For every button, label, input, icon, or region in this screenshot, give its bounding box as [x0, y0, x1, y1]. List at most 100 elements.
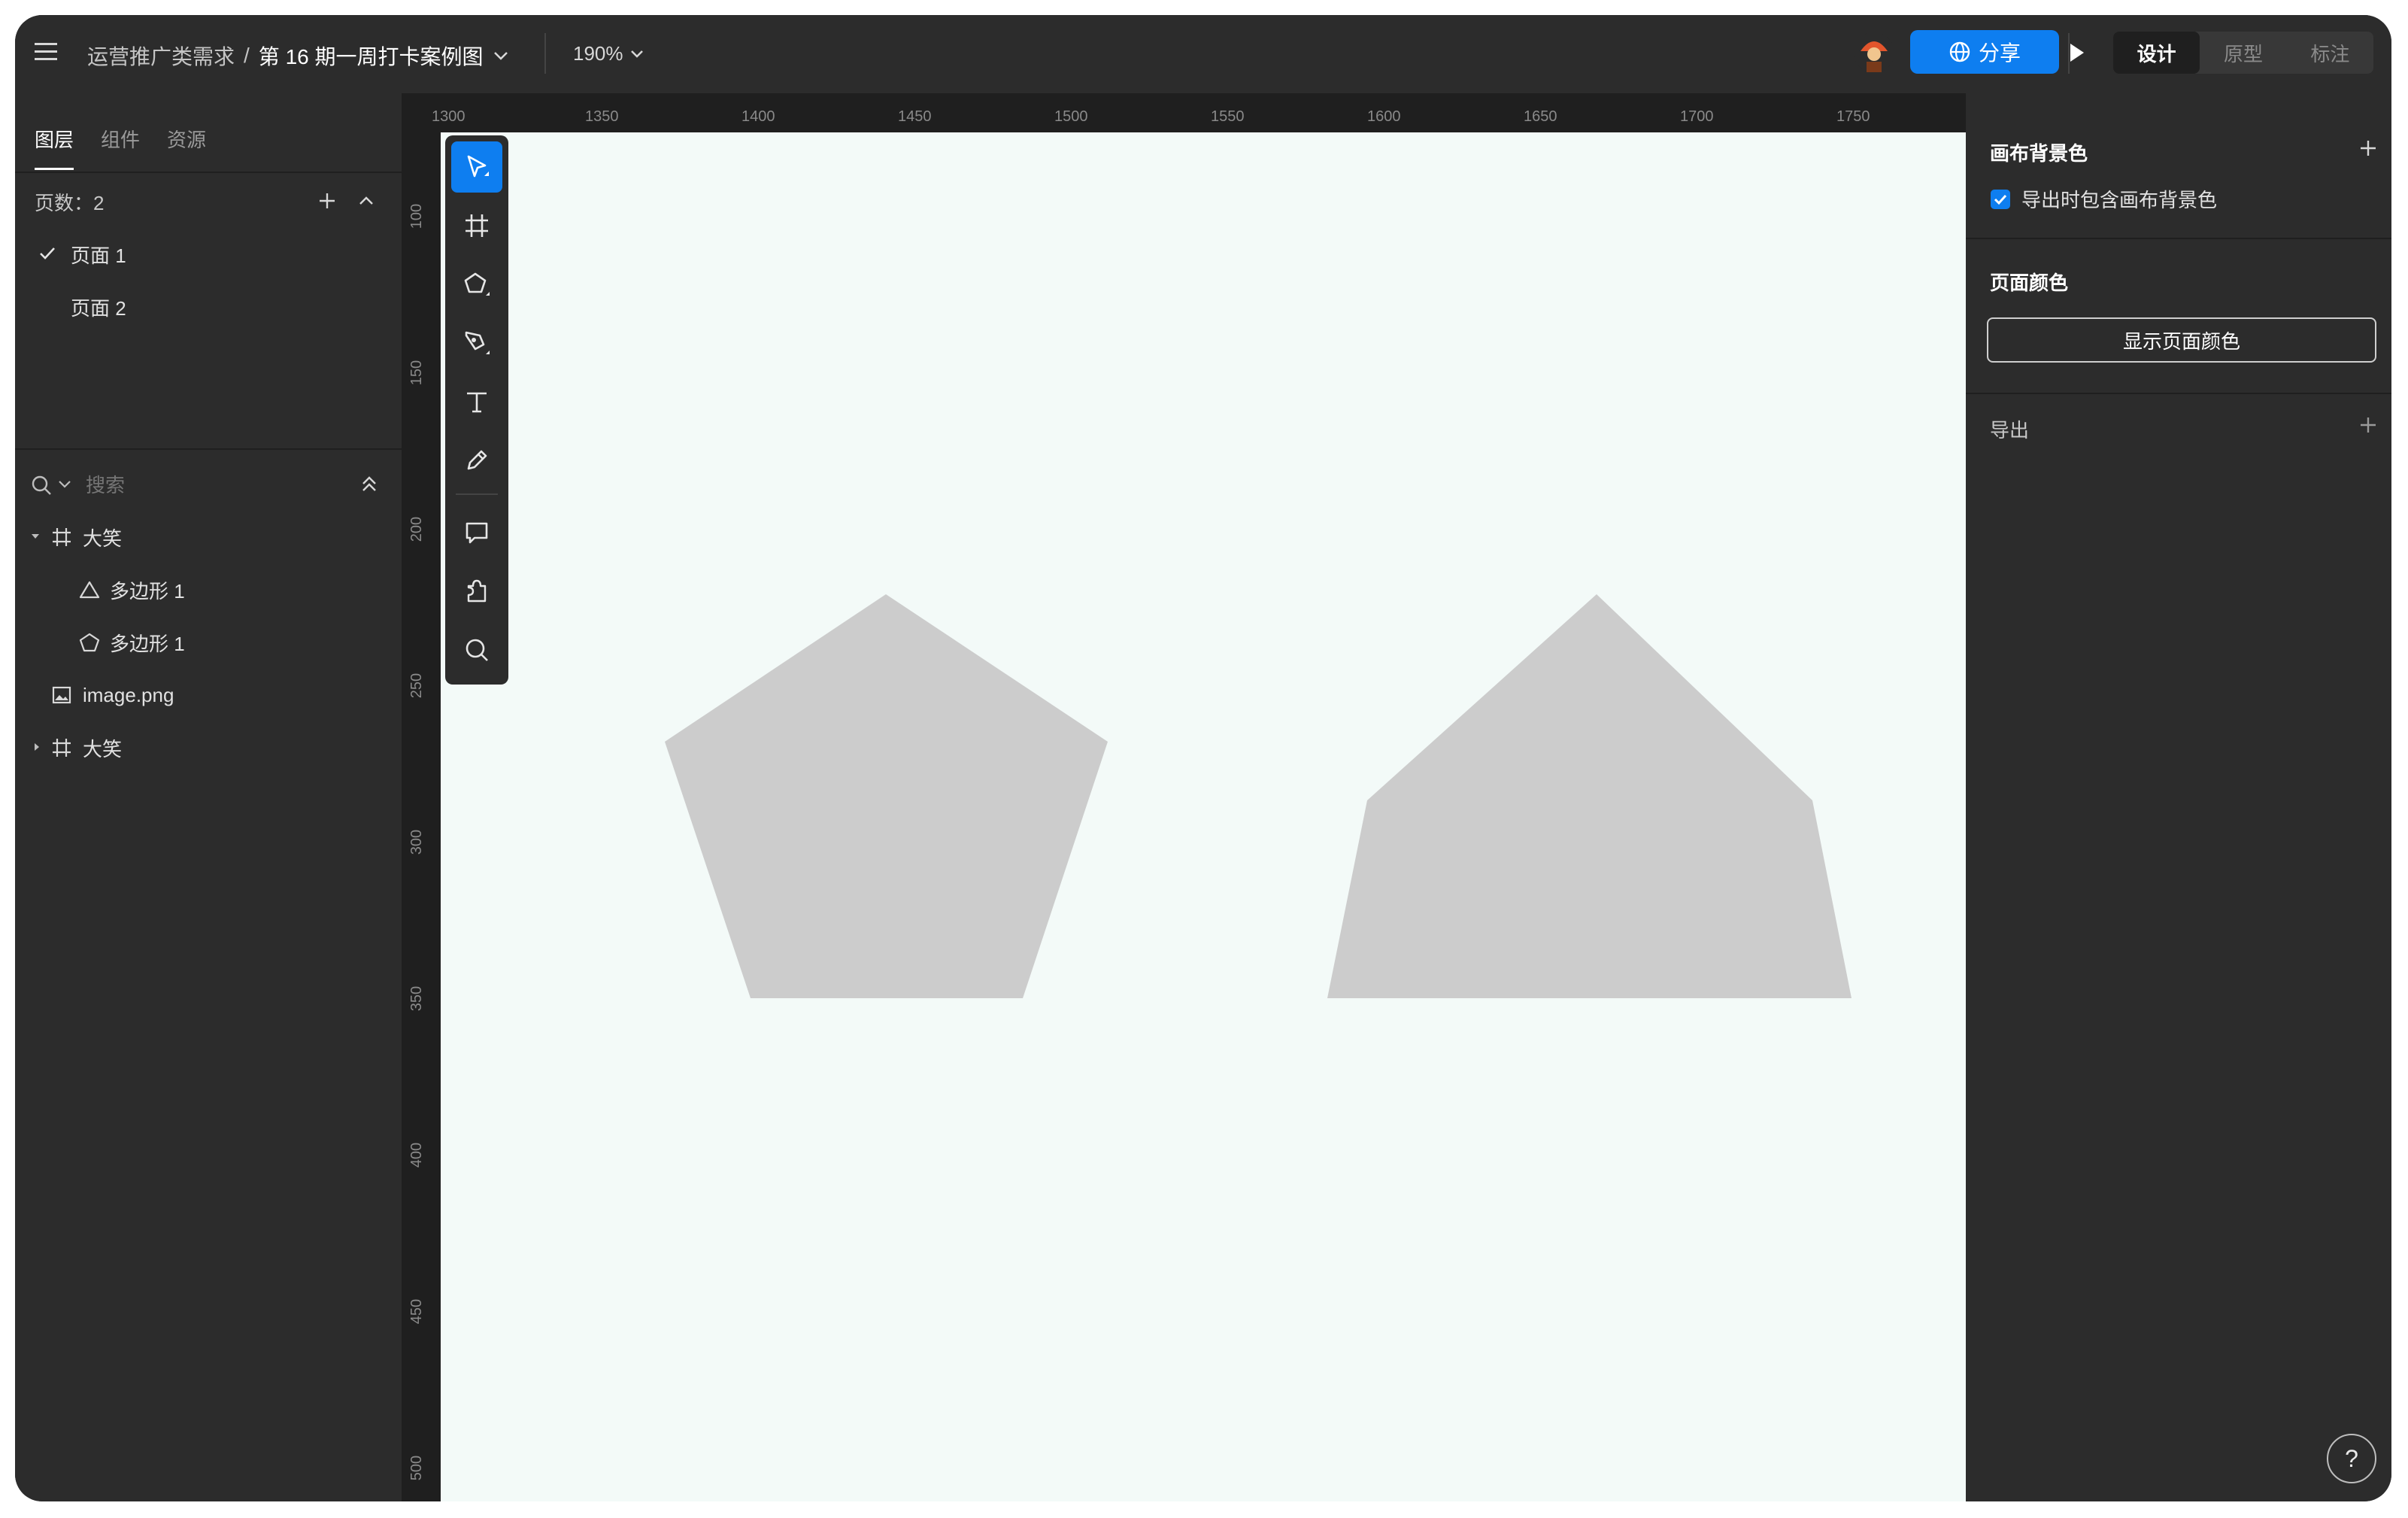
plugin-icon: [462, 577, 491, 606]
page-item[interactable]: 页面 1: [15, 232, 402, 277]
layer-label: 大笑: [83, 737, 123, 761]
layer-item[interactable]: 多边形 1: [15, 567, 402, 612]
checkbox-checked-icon[interactable]: [1990, 189, 2011, 210]
zoom-tool[interactable]: [451, 624, 502, 676]
layer-label: 多边形 1: [110, 632, 185, 655]
share-button[interactable]: 分享: [1910, 30, 2059, 74]
pen-tool[interactable]: [451, 317, 502, 369]
search-input[interactable]: [84, 471, 313, 499]
add-icon[interactable]: [2357, 137, 2379, 159]
tab-annotate[interactable]: 标注: [2287, 32, 2373, 74]
page-label: 页面 1: [71, 244, 126, 267]
select-icon: [462, 152, 492, 182]
frame-icon: [51, 527, 72, 548]
app-window: 运营推广类需求 / 第 16 期一周打卡案例图 190% 分享 设计 原型 标注…: [15, 15, 2391, 1501]
tab-design[interactable]: 设计: [2113, 32, 2200, 74]
tab-assets[interactable]: 资源: [167, 125, 206, 170]
search-icon[interactable]: [30, 474, 53, 496]
layers-panel: 图层 组件 资源 页数：2 页面 1 页面 2 搜索 大笑 多边形 1 多边形 …: [15, 93, 403, 1501]
ruler-tick: 1300: [432, 108, 466, 125]
tab-layers[interactable]: 图层: [35, 125, 74, 170]
add-page-icon[interactable]: [316, 190, 338, 212]
breadcrumb: 运营推广类需求 / 第 16 期一周打卡案例图: [87, 41, 509, 71]
help-button[interactable]: ?: [2327, 1434, 2376, 1483]
select-tool[interactable]: [451, 141, 502, 193]
ruler-tick: 500: [408, 1455, 426, 1481]
ruler-tick: 1500: [1054, 108, 1088, 125]
pen-icon: [462, 328, 492, 358]
chevron-down-icon: [629, 49, 644, 59]
divider: [15, 172, 402, 173]
caret-down-icon[interactable]: [30, 531, 41, 542]
breadcrumb-parent[interactable]: 运营推广类需求: [87, 41, 235, 71]
ruler-tick: 400: [408, 1142, 426, 1168]
design-canvas[interactable]: [441, 132, 1966, 1501]
pentagon-shape[interactable]: [665, 594, 1108, 998]
text-icon: [462, 387, 491, 416]
globe-icon: [1949, 41, 1971, 63]
file-title[interactable]: 第 16 期一周打卡案例图: [259, 41, 484, 71]
ruler-tick: 450: [408, 1298, 426, 1325]
polygon-tool[interactable]: [451, 259, 502, 310]
layer-search[interactable]: [15, 462, 402, 507]
avatar[interactable]: [1853, 32, 1895, 74]
comment-tool[interactable]: [451, 507, 502, 558]
divider: [15, 448, 402, 450]
polygon-icon: [462, 269, 492, 299]
share-label: 分享: [1978, 41, 2021, 65]
plugin-tool[interactable]: [451, 566, 502, 617]
frame-tool[interactable]: [451, 200, 502, 251]
frame-icon: [51, 737, 72, 758]
topbar-divider: [544, 33, 546, 74]
ruler-tick: 1550: [1211, 108, 1245, 125]
tool-palette: [445, 135, 508, 685]
mode-tabs: 设计 原型 标注: [2113, 32, 2373, 74]
ruler-tick: 1350: [585, 108, 619, 125]
tab-prototype[interactable]: 原型: [2200, 32, 2286, 74]
layer-item[interactable]: 大笑: [15, 515, 402, 560]
pentagon-icon: [78, 632, 101, 653]
ruler-horizontal: 1300 1350 1400 1450 1500 1550 1600 1650 …: [402, 93, 1966, 132]
canvas-bg-title: 画布背景色: [1990, 142, 2088, 165]
chevron-down-icon[interactable]: [493, 50, 509, 62]
page-label: 页面 2: [71, 296, 126, 320]
toolbar-divider: [456, 493, 498, 495]
page-item[interactable]: 页面 2: [15, 284, 402, 329]
house-polygon-shape[interactable]: [1327, 594, 1851, 998]
hamburger-icon[interactable]: [33, 41, 60, 63]
ruler-tick: 100: [408, 203, 426, 229]
layer-item[interactable]: image.png: [15, 672, 402, 718]
ruler-tick: 250: [408, 672, 426, 699]
pages-header: 页数：2: [15, 179, 402, 224]
triangle-icon: [78, 579, 101, 600]
add-export-icon[interactable]: [2357, 414, 2379, 436]
pencil-tool[interactable]: [451, 435, 502, 486]
ruler-vertical: 100 150 200 250 300 350 400 450 500: [402, 132, 441, 1501]
page-color-title: 页面颜色: [1990, 272, 2069, 294]
show-page-color-button[interactable]: 显示页面颜色: [1987, 317, 2376, 363]
check-icon: [38, 244, 57, 263]
chevron-down-icon[interactable]: [57, 478, 72, 490]
text-tool[interactable]: [451, 376, 502, 427]
zoom-dropdown[interactable]: 190%: [573, 42, 644, 65]
pages-count: 页数：2: [35, 191, 105, 214]
export-title: 导出: [1990, 419, 2030, 442]
breadcrumb-separator: /: [244, 44, 250, 67]
layer-label: 多边形 1: [110, 579, 185, 603]
layer-label: 大笑: [83, 527, 123, 550]
top-bar: 运营推广类需求 / 第 16 期一周打卡案例图 190% 分享 设计 原型 标注: [15, 15, 2391, 93]
collapse-all-icon[interactable]: [359, 474, 379, 495]
caret-right-icon[interactable]: [32, 742, 42, 752]
frame-icon: [462, 211, 491, 240]
layer-item[interactable]: 大笑: [15, 725, 402, 770]
play-icon[interactable]: [2065, 41, 2088, 65]
layer-item[interactable]: 多边形 1: [15, 620, 402, 665]
tab-components[interactable]: 组件: [101, 125, 140, 170]
divider: [1966, 238, 2391, 239]
pencil-icon: [462, 446, 491, 475]
chevron-up-icon[interactable]: [356, 191, 376, 211]
left-panel-tabs: 图层 组件 资源: [35, 125, 206, 170]
ruler-tick: 350: [408, 985, 426, 1012]
ruler-tick: 1650: [1524, 108, 1557, 125]
export-bg-checkbox-row[interactable]: 导出时包含画布背景色: [1990, 185, 2217, 213]
